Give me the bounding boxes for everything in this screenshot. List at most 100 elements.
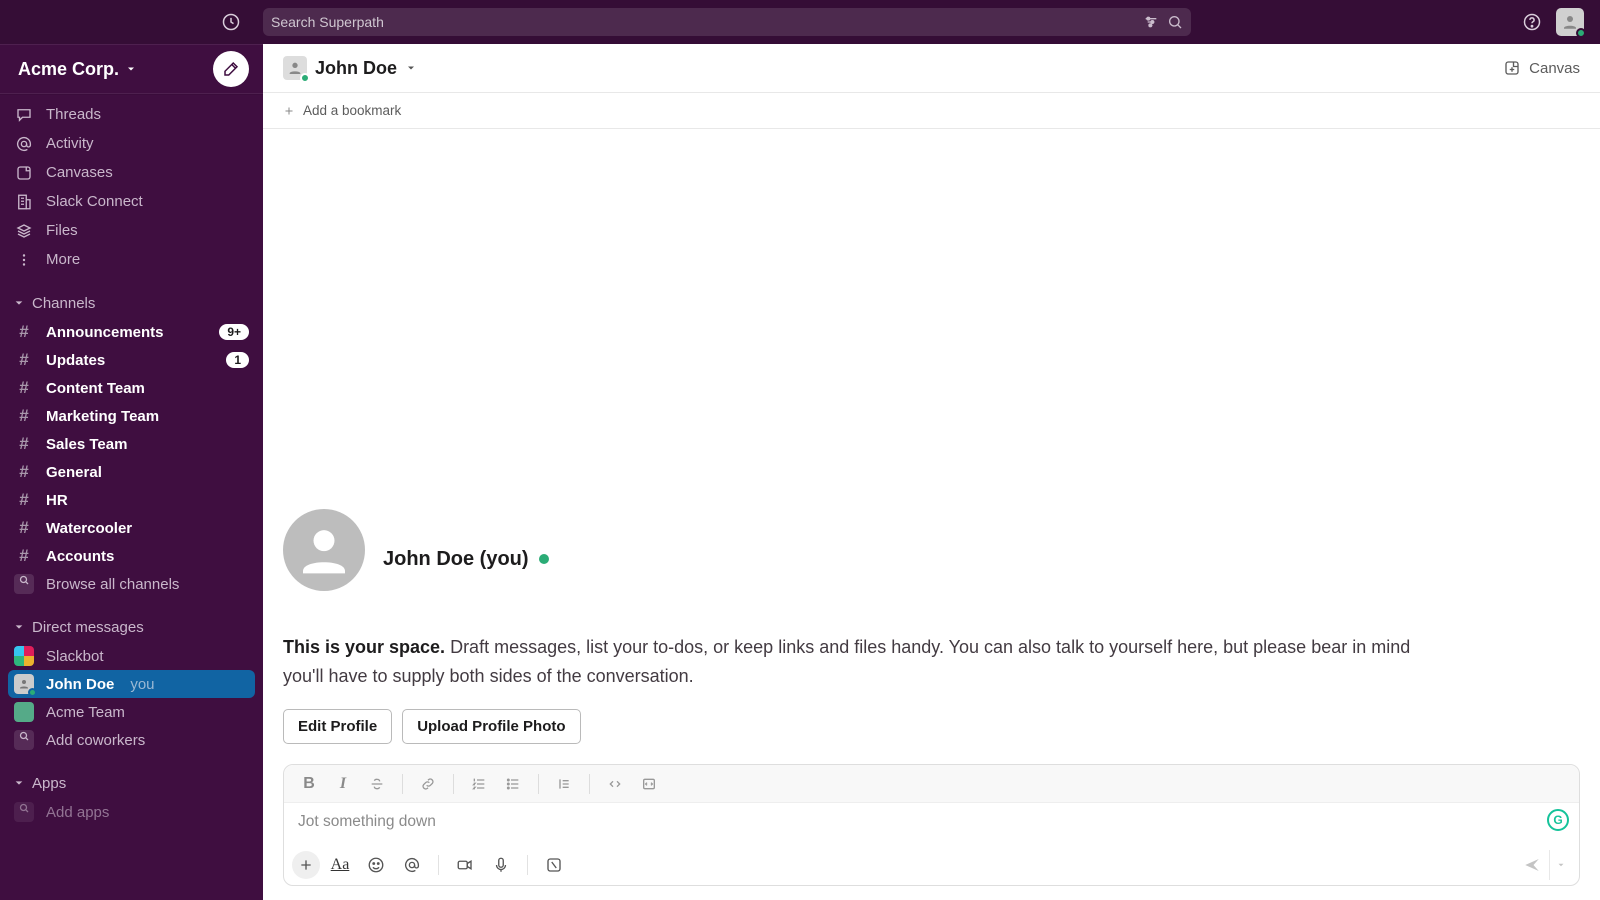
search-placeholder: Search Superpath: [271, 14, 1143, 30]
chevron-down-icon: [125, 63, 137, 75]
dm-slackbot[interactable]: Slackbot: [0, 642, 263, 670]
upload-photo-button[interactable]: Upload Profile Photo: [402, 709, 580, 744]
hash-icon: #: [14, 350, 34, 370]
canvas-button[interactable]: Canvas: [1503, 59, 1580, 77]
slackbot-avatar: [14, 646, 34, 666]
dm-acme-team[interactable]: Acme Team: [0, 698, 263, 726]
browse-channels[interactable]: Browse all channels: [0, 570, 263, 598]
edit-profile-button[interactable]: Edit Profile: [283, 709, 392, 744]
blockquote-button[interactable]: [549, 769, 579, 799]
code-button[interactable]: [600, 769, 630, 799]
unread-badge: 1: [226, 352, 249, 368]
section-apps[interactable]: Apps: [0, 768, 263, 798]
nav-canvases[interactable]: Canvases: [0, 158, 263, 187]
ordered-list-button[interactable]: [464, 769, 494, 799]
bold-button[interactable]: B: [294, 769, 324, 799]
caret-down-icon: [14, 622, 24, 632]
channel-accounts[interactable]: #Accounts: [0, 542, 263, 570]
nav-threads[interactable]: Threads: [0, 100, 263, 129]
conversation-title[interactable]: John Doe: [283, 56, 417, 80]
hash-icon: #: [14, 462, 34, 482]
presence-indicator: [300, 73, 310, 83]
filter-icon[interactable]: [1143, 14, 1159, 30]
mention-button[interactable]: [396, 849, 428, 881]
history-icon[interactable]: [221, 12, 241, 32]
help-icon[interactable]: [1522, 12, 1542, 32]
dm-self[interactable]: John Doe you: [8, 670, 255, 698]
conversation-header: John Doe Canvas: [263, 44, 1600, 93]
send-button[interactable]: [1515, 850, 1549, 880]
hash-icon: #: [14, 406, 34, 426]
user-avatar-small: [14, 674, 34, 694]
compose-button[interactable]: [213, 51, 249, 87]
hash-icon: #: [14, 378, 34, 398]
channel-watercooler[interactable]: #Watercooler: [0, 514, 263, 542]
italic-button[interactable]: I: [328, 769, 358, 799]
hash-icon: #: [14, 322, 34, 342]
threads-icon: [14, 106, 34, 124]
add-bookmark-label: Add a bookmark: [303, 103, 401, 118]
workspace-name: Acme Corp.: [18, 59, 119, 80]
format-toolbar: B I: [284, 765, 1579, 803]
nav-activity[interactable]: Activity: [0, 129, 263, 158]
emoji-button[interactable]: [360, 849, 392, 881]
presence-indicator: [28, 688, 37, 697]
presence-indicator: [1576, 28, 1586, 38]
chevron-down-icon: [405, 62, 417, 74]
user-avatar[interactable]: [1556, 8, 1584, 36]
composer-actions: Aa: [284, 845, 1579, 885]
codeblock-button[interactable]: [634, 769, 664, 799]
send-options-button[interactable]: [1549, 850, 1571, 880]
team-avatar: [14, 702, 34, 722]
video-button[interactable]: [449, 849, 481, 881]
section-channels[interactable]: Channels: [0, 288, 263, 318]
profile-name: John Doe (you): [383, 548, 529, 571]
hash-icon: #: [14, 518, 34, 538]
audio-button[interactable]: [485, 849, 517, 881]
message-input[interactable]: Jot something down G: [284, 803, 1579, 845]
add-coworkers[interactable]: Add coworkers: [0, 726, 263, 754]
search-input[interactable]: Search Superpath: [263, 8, 1191, 36]
bullet-list-button[interactable]: [498, 769, 528, 799]
workspace-switcher[interactable]: Acme Corp.: [0, 44, 263, 94]
self-dm-intro: John Doe (you) This is your space. Draft…: [283, 509, 1580, 764]
channel-sales-team[interactable]: #Sales Team: [0, 430, 263, 458]
profile-avatar-large: [283, 509, 365, 591]
message-composer: B I Jot something down G: [283, 764, 1580, 886]
channel-announcements[interactable]: #Announcements9+: [0, 318, 263, 346]
browse-icon: [14, 574, 34, 594]
more-icon: [14, 251, 34, 269]
strike-button[interactable]: [362, 769, 392, 799]
channel-hr[interactable]: #HR: [0, 486, 263, 514]
nav-more[interactable]: More: [0, 245, 263, 274]
unread-badge: 9+: [219, 324, 249, 340]
nav-slack-connect[interactable]: Slack Connect: [0, 187, 263, 216]
hash-icon: #: [14, 434, 34, 454]
hash-icon: #: [14, 546, 34, 566]
channel-marketing-team[interactable]: #Marketing Team: [0, 402, 263, 430]
channel-updates[interactable]: #Updates1: [0, 346, 263, 374]
bookmark-bar[interactable]: Add a bookmark: [263, 93, 1600, 129]
shortcuts-button[interactable]: [538, 849, 570, 881]
add-apps[interactable]: Add apps: [0, 798, 263, 826]
format-toggle-button[interactable]: Aa: [324, 849, 356, 881]
caret-down-icon: [14, 778, 24, 788]
files-icon: [14, 222, 34, 240]
composer-placeholder: Jot something down: [298, 813, 436, 830]
canvas-icon: [14, 164, 34, 182]
channel-content-team[interactable]: #Content Team: [0, 374, 263, 402]
presence-indicator: [539, 554, 549, 564]
nav-files[interactable]: Files: [0, 216, 263, 245]
top-bar: Search Superpath: [0, 0, 1600, 44]
add-icon: [14, 802, 34, 822]
link-button[interactable]: [413, 769, 443, 799]
search-icon[interactable]: [1167, 14, 1183, 30]
channel-general[interactable]: #General: [0, 458, 263, 486]
add-icon: [14, 730, 34, 750]
section-direct-messages[interactable]: Direct messages: [0, 612, 263, 642]
header-avatar: [283, 56, 307, 80]
building-icon: [14, 193, 34, 211]
attach-button[interactable]: [292, 851, 320, 879]
caret-down-icon: [14, 298, 24, 308]
grammarly-icon[interactable]: G: [1547, 809, 1569, 831]
